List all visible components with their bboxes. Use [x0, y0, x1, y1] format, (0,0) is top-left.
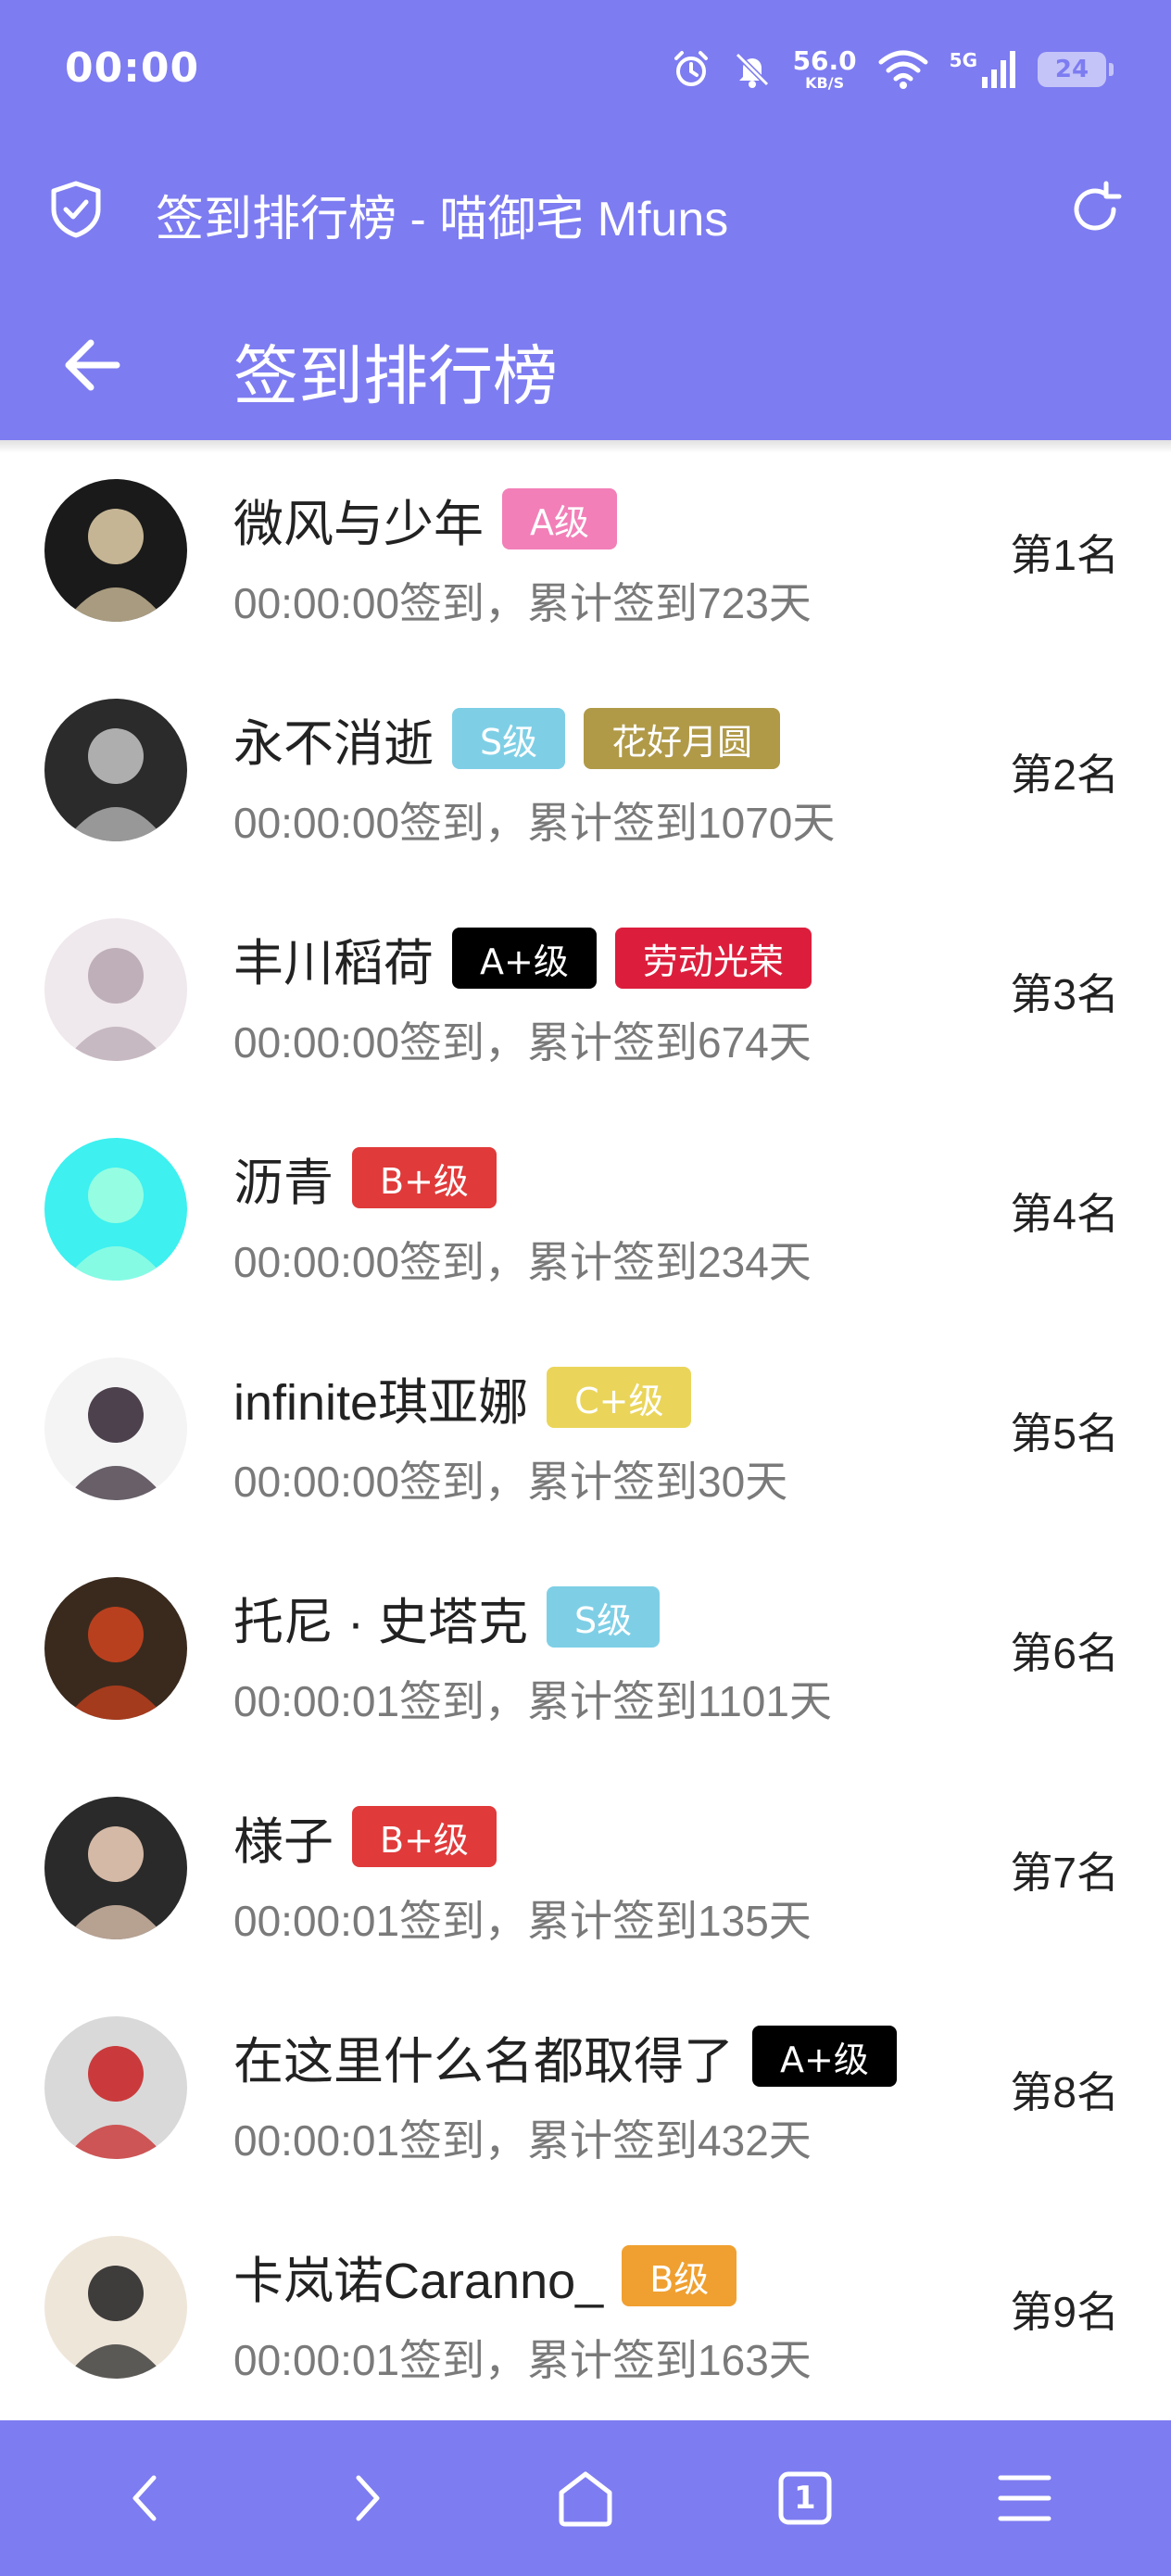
avatar[interactable] — [44, 2016, 187, 2159]
user-name[interactable]: 様子 — [233, 1800, 334, 1874]
checkin-info: 00:00:00签到，累计签到30天 — [233, 1458, 788, 1506]
user-name[interactable]: 永不消逝 — [233, 702, 434, 776]
chevron-right-icon — [356, 2475, 380, 2521]
rank-label: 第4名 — [1010, 1190, 1119, 1238]
ranking-list: 微风与少年 A级 00:00:00签到，累计签到723天 第1名 永不消逝 S级 花好月圆 0… — [0, 440, 1171, 2417]
level-badge: S级 — [547, 1586, 661, 1648]
user-name-line: 在这里什么名都取得了 A+级 — [233, 2022, 897, 2090]
ranking-row[interactable]: 托尼 · 史塔克 S级 00:00:01签到，累计签到1101天 第6名 — [0, 1538, 1171, 1758]
avatar[interactable] — [44, 1797, 187, 1939]
avatar[interactable] — [44, 1357, 187, 1500]
home-icon — [559, 2471, 612, 2527]
user-name[interactable]: 托尼 · 史塔克 — [233, 1581, 528, 1654]
signal-icon — [982, 51, 1015, 88]
security-shield-icon[interactable] — [46, 180, 106, 239]
avatar[interactable] — [44, 1138, 187, 1281]
rank-label: 第1名 — [1010, 531, 1119, 579]
back-arrow-icon[interactable] — [59, 332, 126, 398]
user-name-line: 托尼 · 史塔克 S级 — [233, 1581, 661, 1654]
ranking-row[interactable]: 微风与少年 A级 00:00:00签到，累计签到723天 第1名 — [0, 440, 1171, 660]
rank-label: 第7名 — [1010, 1849, 1119, 1897]
ranking-row[interactable]: 沥青 B+级 00:00:00签到，累计签到234天 第4名 — [0, 1099, 1171, 1319]
tab-count: 1 — [793, 2480, 816, 2517]
rank-label: 第9名 — [1010, 2288, 1119, 2336]
level-badge: A+级 — [452, 928, 597, 989]
status-time: 00:00 — [65, 44, 200, 92]
user-name[interactable]: 沥青 — [233, 1142, 334, 1215]
level-badge: S级 — [452, 708, 566, 769]
refresh-icon[interactable] — [1065, 180, 1125, 239]
browser-bottom-nav: 1 — [0, 2420, 1171, 2576]
chevron-left-icon — [132, 2475, 157, 2521]
checkin-info: 00:00:01签到，累计签到163天 — [233, 2336, 812, 2384]
checkin-info: 00:00:00签到，累计签到234天 — [233, 1238, 812, 1286]
ranking-row[interactable]: 丰川稻荷 A+级 劳动光荣 00:00:00签到，累计签到674天 第3名 — [0, 879, 1171, 1099]
checkin-info: 00:00:01签到，累计签到432天 — [233, 2116, 812, 2165]
nav-forward-button[interactable] — [310, 2443, 422, 2554]
ranking-row[interactable]: 永不消逝 S级 花好月圆 00:00:00签到，累计签到1070天 第2名 — [0, 660, 1171, 879]
level-badge: B+级 — [352, 1147, 497, 1208]
level-badge: A级 — [502, 488, 617, 549]
battery-indicator: 24 — [1038, 52, 1114, 87]
menu-icon — [998, 2475, 1051, 2521]
page-header: 签到排行榜 — [0, 297, 1171, 436]
browser-page-title[interactable]: 签到排行榜 - 喵御宅 Mfuns — [156, 180, 728, 249]
checkin-info: 00:00:00签到，累计签到674天 — [233, 1018, 812, 1067]
user-name[interactable]: 微风与少年 — [233, 483, 484, 556]
level-badge: B级 — [622, 2245, 737, 2306]
rank-label: 第6名 — [1010, 1629, 1119, 1677]
page-title: 签到排行榜 — [233, 340, 558, 412]
nav-back-button[interactable] — [91, 2443, 202, 2554]
network-speed-value: 56.0 — [792, 45, 857, 76]
avatar[interactable] — [44, 1577, 187, 1720]
user-name[interactable]: infinite琪亚娜 — [233, 1361, 528, 1434]
ranking-row[interactable]: 卡岚诺Caranno_ B级 00:00:01签到，累计签到163天 第9名 — [0, 2197, 1171, 2417]
medal-badge: 劳动光荣 — [614, 928, 812, 989]
checkin-info: 00:00:00签到，累计签到723天 — [233, 579, 812, 627]
rank-label: 第8名 — [1010, 2068, 1119, 2116]
browser-url-bar[interactable]: 签到排行榜 - 喵御宅 Mfuns — [0, 158, 1171, 259]
rank-label: 第3名 — [1010, 970, 1119, 1018]
user-name[interactable]: 在这里什么名都取得了 — [233, 2020, 734, 2093]
mute-icon — [735, 52, 769, 88]
cellular-signal: 5G — [950, 49, 1017, 90]
avatar[interactable] — [44, 699, 187, 841]
network-type: 5G — [949, 49, 977, 71]
ranking-row[interactable]: infinite琪亚娜 C+级 00:00:00签到，累计签到30天 第5名 — [0, 1319, 1171, 1538]
nav-tabs-button[interactable]: 1 — [749, 2443, 861, 2554]
rank-label: 第2名 — [1010, 751, 1119, 799]
avatar[interactable] — [44, 2236, 187, 2379]
avatar[interactable] — [44, 918, 187, 1061]
ranking-row[interactable]: 様子 B+级 00:00:01签到，累计签到135天 第7名 — [0, 1758, 1171, 1977]
checkin-info: 00:00:00签到，累计签到1070天 — [233, 799, 836, 847]
avatar[interactable] — [44, 479, 187, 622]
status-bar: 00:00 56.0 KB/S 5G 24 — [0, 0, 1171, 139]
status-icons: 56.0 KB/S 5G 24 — [671, 37, 1114, 102]
nav-menu-button[interactable] — [969, 2443, 1080, 2554]
wifi-icon — [878, 50, 928, 89]
rank-label: 第5名 — [1010, 1409, 1119, 1458]
level-badge: B+级 — [352, 1806, 497, 1867]
network-speed-unit: KB/S — [805, 74, 845, 92]
network-speed: 56.0 KB/S — [793, 48, 857, 91]
user-name-line: 様子 B+级 — [233, 1802, 497, 1871]
ranking-row[interactable]: 在这里什么名都取得了 A+级 00:00:01签到，累计签到432天 第8名 — [0, 1977, 1171, 2197]
level-badge: A+级 — [752, 2026, 897, 2087]
level-badge: C+级 — [547, 1367, 692, 1428]
user-name-line: 沥青 B+级 — [233, 1143, 497, 1212]
user-name-line: infinite琪亚娜 C+级 — [233, 1361, 692, 1434]
user-name[interactable]: 丰川稻荷 — [233, 922, 434, 995]
alarm-icon — [674, 51, 708, 86]
user-name-line: 卡岚诺Caranno_ B级 — [233, 2241, 737, 2310]
user-name-line: 丰川稻荷 A+级 劳动光荣 — [233, 924, 812, 992]
checkin-info: 00:00:01签到，累计签到1101天 — [233, 1677, 832, 1725]
user-name-line: 微风与少年 A级 — [233, 485, 617, 553]
user-name-line: 永不消逝 S级 花好月圆 — [233, 702, 781, 776]
user-name[interactable]: 卡岚诺Caranno_ — [233, 2240, 603, 2313]
checkin-info: 00:00:01签到，累计签到135天 — [233, 1897, 812, 1945]
medal-badge: 花好月圆 — [584, 708, 781, 769]
nav-home-button[interactable] — [530, 2443, 641, 2554]
